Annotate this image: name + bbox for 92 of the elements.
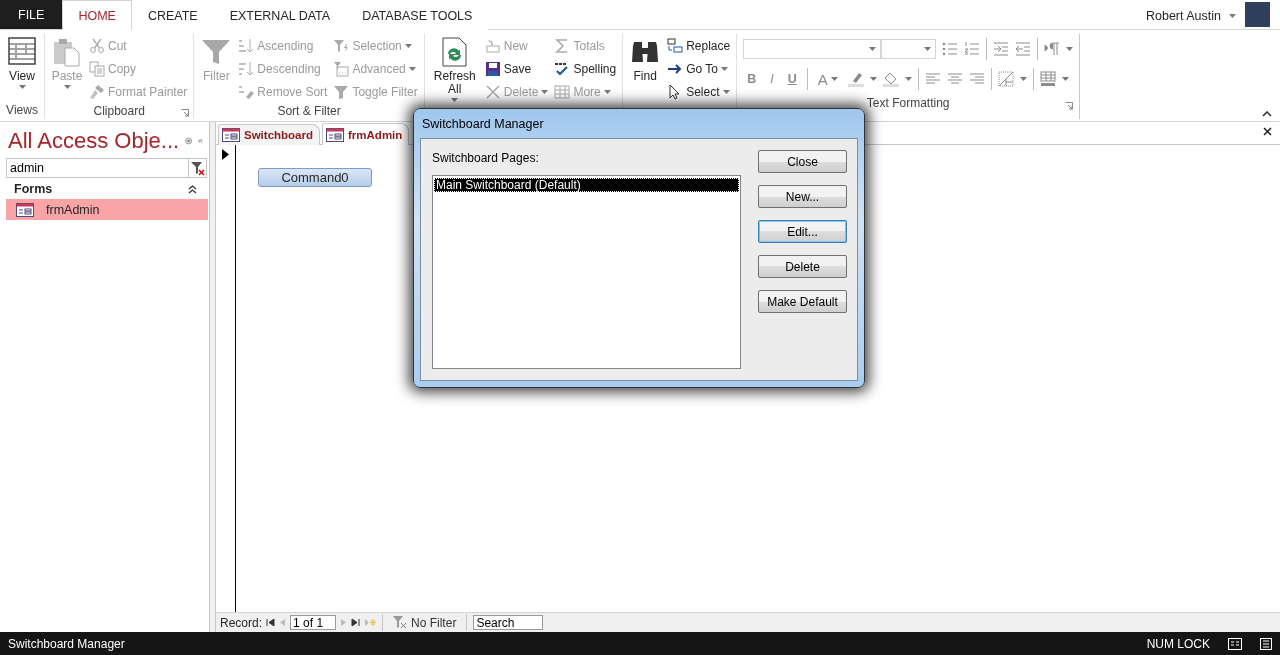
collapse-icon[interactable] — [188, 184, 197, 194]
ribbon-button[interactable]: Select — [665, 80, 733, 103]
paintbrush-icon — [89, 83, 105, 100]
status-indicator: NUM LOCK — [1146, 636, 1210, 651]
collapse-ribbon-icon[interactable] — [1262, 111, 1272, 117]
group-label: Text Formatting — [866, 96, 950, 110]
clipboard-icon — [51, 36, 83, 68]
fill-bucket-icon[interactable] — [882, 71, 899, 87]
align-left-icon[interactable] — [924, 71, 941, 87]
group-header: Forms — [14, 182, 53, 196]
align-right-icon[interactable] — [968, 71, 985, 87]
filter-table-icon — [333, 60, 350, 77]
form-icon — [326, 127, 344, 142]
dialog-button[interactable]: Edit... — [758, 220, 847, 243]
dialog-button[interactable]: Delete — [758, 255, 847, 278]
scissors-icon — [89, 37, 105, 54]
filter-toggle-button[interactable]: No Filter — [389, 615, 461, 630]
numbering-icon[interactable] — [964, 41, 981, 57]
status-message: Switchboard Manager — [8, 636, 126, 651]
filter-selection-icon — [333, 37, 350, 54]
first-record-icon[interactable] — [266, 618, 276, 627]
caret-icon — [924, 47, 932, 51]
caret-icon — [904, 77, 912, 81]
group-label: Views — [6, 103, 38, 117]
last-record-icon[interactable] — [351, 618, 361, 627]
clear-sort-icon — [238, 83, 255, 100]
group-label: Clipboard — [93, 104, 145, 118]
caret-icon — [869, 77, 877, 81]
sort-ascending-icon — [238, 37, 255, 54]
record-number-field[interactable]: 1 of 1 — [290, 615, 337, 630]
caret-icon — [830, 77, 838, 81]
paragraph-direction-icon[interactable] — [1044, 41, 1061, 57]
align-center-icon[interactable] — [946, 71, 963, 87]
ribbon-button[interactable]: Replace — [665, 34, 733, 57]
document-tab[interactable]: frmAdmin — [322, 123, 410, 145]
previous-record-icon[interactable] — [279, 618, 287, 627]
ribbon-button[interactable]: Find — [627, 34, 664, 103]
photo-placeholder — [1245, 2, 1270, 27]
design-view-icon[interactable] — [1260, 637, 1272, 650]
outdent-icon[interactable] — [1015, 41, 1032, 57]
group-label: Sort & Filter — [277, 104, 341, 118]
caret-icon — [1061, 77, 1069, 81]
caret-icon — [869, 47, 877, 51]
new-record-icon — [484, 37, 501, 54]
datasheet-icon — [6, 36, 38, 68]
document-tab[interactable]: Switchboard — [218, 124, 320, 145]
caret-icon — [1066, 47, 1074, 51]
dialog-button[interactable]: Close — [758, 150, 847, 173]
record-label: Record: — [220, 615, 263, 630]
indent-icon[interactable] — [993, 41, 1010, 57]
search-field[interactable]: Search — [473, 615, 544, 630]
row-color-icon[interactable] — [1039, 71, 1056, 87]
form-icon — [222, 128, 240, 142]
table-icon — [554, 83, 571, 100]
form-icon — [16, 202, 34, 217]
ribbon-button[interactable]: View — [4, 34, 40, 101]
search-field[interactable]: admin — [6, 158, 189, 178]
caret-icon — [1019, 77, 1027, 81]
funnel-icon — [333, 83, 350, 100]
form-view-icon[interactable] — [1228, 637, 1242, 650]
command-button[interactable]: Command0 — [258, 168, 372, 187]
ribbon-button[interactable]: Go To — [665, 57, 733, 80]
list-label: Switchboard Pages: — [432, 151, 540, 167]
no-filter-icon — [393, 616, 408, 629]
ribbon-tab[interactable]: HOME — [62, 0, 132, 30]
collapse-pane-icon[interactable] — [198, 137, 203, 145]
dialog-title: Switchboard Manager — [422, 116, 544, 131]
dialog-launcher-icon[interactable] — [181, 109, 190, 117]
spelling-check-icon — [554, 60, 571, 77]
close-icon[interactable] — [1263, 127, 1272, 136]
pane-title: All Access Obje... — [8, 128, 180, 154]
record-selector-icon — [222, 149, 229, 160]
highlight-icon[interactable] — [847, 71, 864, 87]
copy-icon — [89, 60, 105, 77]
gridlines-icon[interactable] — [997, 71, 1014, 87]
x-mark-icon — [484, 83, 501, 100]
bullets-icon[interactable] — [942, 41, 959, 57]
next-record-icon[interactable] — [340, 618, 348, 627]
sort-descending-icon — [238, 60, 255, 77]
ribbon-button[interactable]: Spelling — [552, 57, 619, 80]
ribbon-button[interactable]: Save — [482, 57, 551, 80]
file-tab[interactable]: FILE — [0, 0, 63, 29]
replace-icon — [667, 37, 684, 54]
dialog-button[interactable]: Make Default — [758, 290, 847, 313]
dropdown-icon[interactable] — [185, 134, 193, 148]
dialog-button[interactable]: New... — [758, 185, 847, 208]
navigation-item[interactable]: frmAdmin — [6, 199, 208, 220]
list-item[interactable]: Main Switchboard (Default) — [434, 178, 739, 192]
pages-listbox[interactable]: Main Switchboard (Default) — [432, 175, 741, 369]
caret-icon — [1229, 13, 1236, 18]
clear-filter-icon[interactable] — [190, 160, 205, 176]
ribbon-button[interactable]: Refresh All — [428, 34, 481, 104]
